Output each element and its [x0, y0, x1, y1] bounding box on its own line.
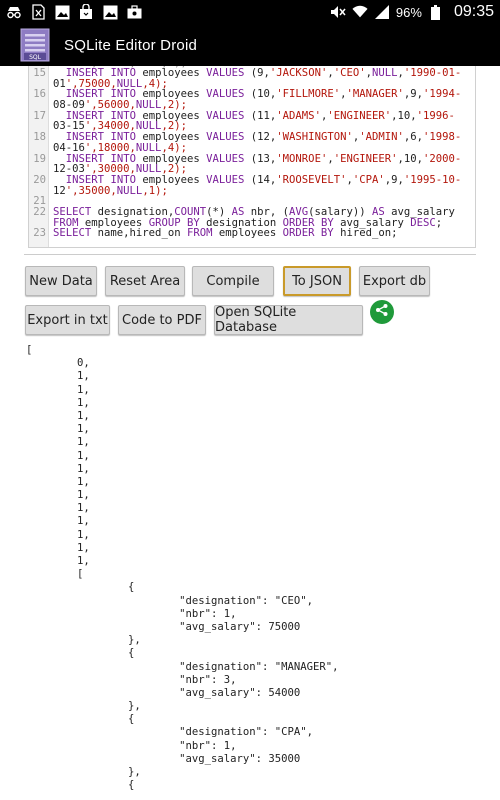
export-db-button[interactable]: Export db [359, 266, 430, 296]
app-bar: SQL SQLite Editor Droid [0, 24, 500, 66]
json-line: "avg_salary": 54000 [26, 686, 301, 699]
json-line: }, [26, 766, 141, 778]
signal-icon [374, 4, 390, 20]
json-line: 1, [26, 409, 90, 422]
line-number: 20 [33, 173, 46, 186]
image-icon [102, 4, 118, 20]
line-number: 15 [33, 67, 46, 79]
json-line: "avg_salary": 75000 [26, 620, 301, 633]
json-line: { [26, 647, 135, 660]
battery-percent: 96% [395, 4, 422, 20]
to-json-button[interactable]: To JSON [283, 266, 351, 296]
line-number: 22 [33, 205, 46, 218]
code-text: SELECT name,hired_on FROM employees ORDE… [53, 227, 398, 240]
json-line: { [26, 779, 135, 792]
json-line: "avg_salary": 35000 [26, 752, 301, 765]
json-line: 1, [26, 541, 90, 554]
code-lines: 01-01',75000,NULL,4);15 INSERT INTO empl… [29, 66, 475, 239]
sim-card-icon [30, 4, 46, 20]
reset-area-button[interactable]: Reset Area [105, 266, 185, 296]
json-line: 1, [26, 436, 90, 449]
line-number: 16 [33, 88, 46, 101]
json-line: "nbr": 3, [26, 673, 237, 686]
json-line: }, [26, 634, 141, 647]
json-line: [ [26, 344, 33, 356]
sqlite-document-icon: SQL [20, 28, 50, 62]
code-line: 23 SELECT name,hired_on FROM employees OR… [29, 228, 475, 239]
status-bar: 96% 09:35 [0, 0, 500, 24]
line-number [29, 143, 49, 154]
share-icon [375, 303, 389, 322]
json-line: 1, [26, 383, 90, 396]
divider [24, 254, 476, 255]
json-line: 1, [26, 423, 90, 436]
json-line: { [26, 713, 135, 726]
incognito-icon [6, 4, 22, 20]
json-line: "designation": "CEO", [26, 594, 314, 607]
sql-editor[interactable]: 01-01',75000,NULL,4);15 INSERT INTO empl… [28, 66, 476, 248]
app-title: SQLite Editor Droid [64, 36, 198, 54]
json-line: }, [26, 700, 141, 713]
json-line: 1, [26, 528, 90, 541]
shopping-bag-icon [78, 4, 94, 20]
json-output: [ 0, 1, 1, 1, 1, 1, 1, 1, 1, 1, 1, 1, 1,… [26, 344, 486, 800]
json-line: "designation": "MANAGER", [26, 660, 339, 673]
code-to-pdf-button[interactable]: Code to PDF [118, 305, 206, 335]
json-line: 1, [26, 449, 90, 462]
json-line: 1, [26, 475, 90, 488]
json-line: 1, [26, 555, 90, 567]
json-line: "designation": "CPA", [26, 726, 314, 739]
json-line: 1, [26, 370, 90, 383]
open-database-button[interactable]: Open SQLite Database [214, 305, 363, 335]
compile-button[interactable]: Compile [192, 266, 274, 296]
briefcase-icon [126, 4, 142, 20]
line-number: 18 [33, 131, 46, 144]
line-number: 23 [33, 227, 46, 240]
new-data-button[interactable]: New Data [25, 266, 97, 296]
json-line: 1, [26, 396, 90, 409]
clock: 09:35 [453, 3, 494, 20]
json-line: 0, [26, 357, 90, 370]
json-line: "nbr": 1, [26, 607, 237, 620]
json-line: "nbr": 1, [26, 739, 237, 752]
line-number: 17 [33, 109, 46, 122]
json-line: { [26, 581, 135, 594]
share-button[interactable] [370, 300, 394, 324]
code-text: 12',35000,NULL,1); [53, 184, 168, 197]
json-line: 1, [26, 502, 90, 515]
json-line: [ [26, 568, 84, 581]
json-line: 1, [26, 489, 90, 502]
json-line: 1, [26, 515, 90, 528]
mute-icon [330, 4, 346, 20]
image-icon [54, 4, 70, 20]
code-line: 12',35000,NULL,1); [29, 184, 475, 197]
json-line: 1, [26, 462, 90, 475]
battery-icon [428, 4, 444, 20]
export-txt-button[interactable]: Export in txt [25, 305, 110, 335]
wifi-icon [352, 4, 368, 20]
line-number: 19 [33, 152, 46, 165]
svg-text:SQL: SQL [29, 54, 42, 61]
